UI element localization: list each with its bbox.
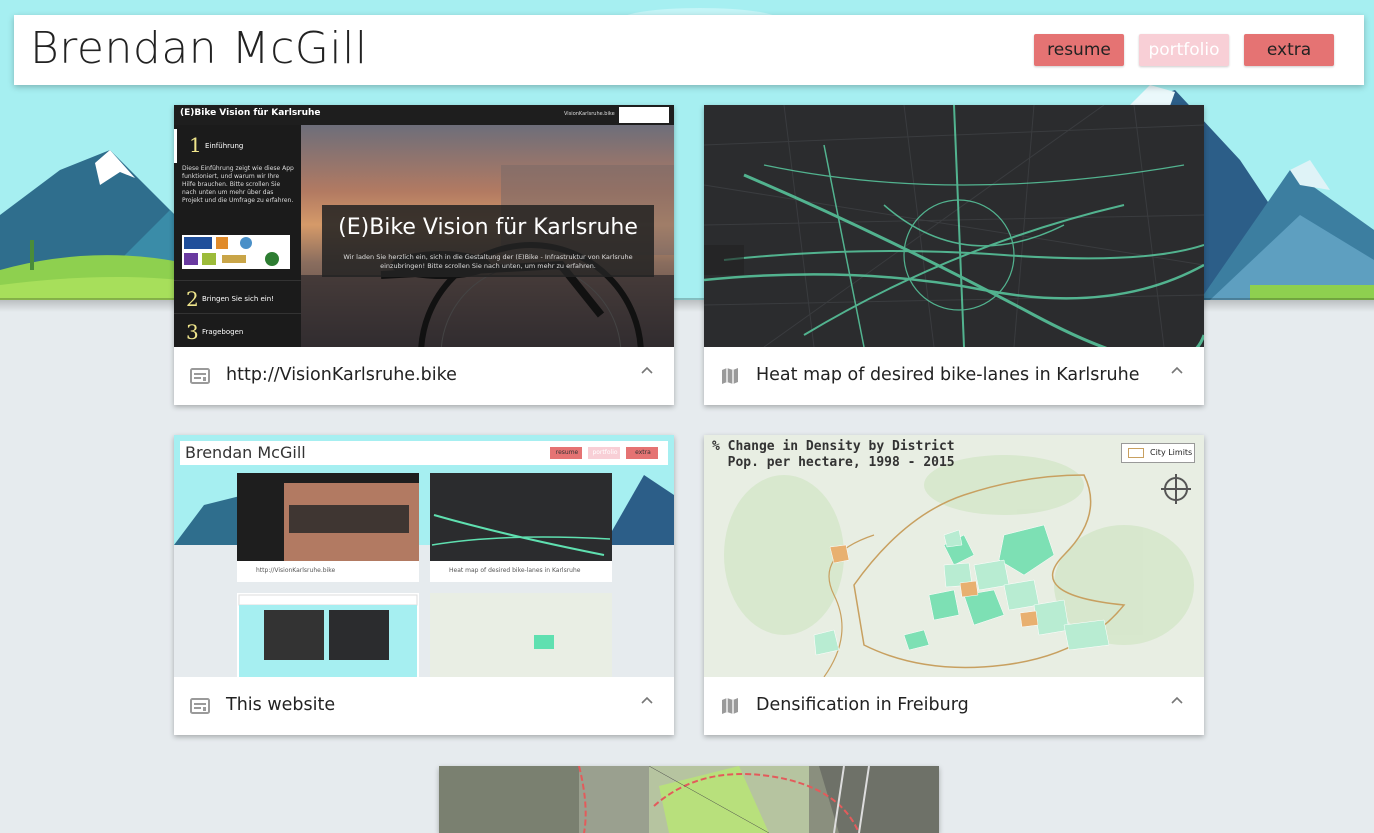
thumb-step-text: Bringen Sie sich ein! — [202, 295, 274, 303]
thumb-step-description: Diese Einführung zeigt wie diese App fun… — [182, 165, 294, 204]
nav-resume-button[interactable]: resume — [1034, 34, 1124, 66]
aerial-plan-graphic — [439, 766, 939, 833]
heat-map-graphic — [704, 105, 1204, 347]
card-thumbnail: Brendan McGill resume portfolio extra ht… — [174, 435, 674, 677]
thumb-step-text: Fragebogen — [202, 328, 244, 336]
card-thumbnail: % Change in Density by District Pop. per… — [704, 435, 1204, 677]
mini-site-title: Brendan McGill — [185, 443, 306, 462]
thumb-app-url: VisionKarlsruhe.bike — [564, 111, 615, 117]
thumb-step-text: Einführung — [205, 142, 244, 150]
portfolio-card-densification-freiburg[interactable]: % Change in Density by District Pop. per… — [704, 435, 1204, 735]
portfolio-card-this-website[interactable]: Brendan McGill resume portfolio extra ht… — [174, 435, 674, 735]
mini-nav-extra: extra — [635, 449, 651, 456]
thumb-step-1: 1 Einführung — [174, 129, 304, 163]
thumb-banner-title: (E)Bike Vision für Karlsruhe — [338, 215, 638, 240]
mini-card-title: http://VisionKarlsruhe.bike — [256, 567, 336, 574]
legend-label: City Limits — [1150, 448, 1193, 457]
website-screenshot-graphic — [174, 435, 674, 677]
thumb-step-3: 3 Fragebogen — [174, 313, 301, 347]
site-header: Brendan McGill resume portfolio extra — [14, 15, 1364, 85]
thumb-app-topbar: (E)Bike Vision für Karlsruhe VisionKarls… — [174, 105, 674, 125]
thumb-step-number: 3 — [186, 320, 199, 344]
card-title[interactable]: Densification in Freiburg — [756, 695, 969, 715]
card-title[interactable]: http://VisionKarlsruhe.bike — [226, 365, 457, 385]
thumb-app-sidebar: 1 Einführung Diese Einführung zeigt wie … — [174, 125, 301, 347]
mini-nav-portfolio: portfolio — [592, 449, 618, 456]
card-thumbnail — [704, 105, 1204, 347]
thumb-app-banner: (E)Bike Vision für Karlsruhe Wir laden S… — [322, 205, 654, 277]
chevron-up-icon[interactable] — [1170, 693, 1184, 707]
thumb-banner-subtitle: Wir laden Sie herzlich ein, sich in die … — [343, 253, 633, 270]
nav-portfolio-button[interactable]: portfolio — [1139, 34, 1229, 66]
chevron-up-icon[interactable] — [640, 693, 654, 707]
partner-logos-graphic — [184, 237, 279, 266]
card-title[interactable]: This website — [226, 695, 335, 715]
interreg-logo — [619, 107, 669, 123]
mini-nav-resume: resume — [555, 449, 579, 456]
card-thumbnail: (E)Bike Vision für Karlsruhe VisionKarls… — [174, 105, 674, 347]
web-page-icon — [190, 698, 210, 714]
portfolio-card-aerial-plan[interactable] — [439, 766, 939, 833]
site-title: Brendan McGill — [30, 23, 368, 74]
thumb-step-number: 2 — [186, 287, 199, 311]
thumb-step-2: 2 Bringen Sie sich ein! — [174, 280, 301, 315]
map-icon — [722, 368, 738, 384]
card-footer: Heat map of desired bike-lanes in Karlsr… — [704, 347, 1204, 405]
mini-card-title: Heat map of desired bike-lanes in Karlsr… — [449, 567, 581, 574]
nav-extra-button[interactable]: extra — [1244, 34, 1334, 66]
map-title: % Change in Density by District Pop. per… — [712, 439, 955, 470]
map-legend: City Limits — [1121, 443, 1195, 463]
thumb-app-title: (E)Bike Vision für Karlsruhe — [180, 108, 321, 118]
chevron-up-icon[interactable] — [640, 363, 654, 377]
portfolio-card-heat-map[interactable]: Heat map of desired bike-lanes in Karlsr… — [704, 105, 1204, 405]
density-map-graphic — [704, 435, 1204, 677]
portfolio-card-vision-karlsruhe[interactable]: (E)Bike Vision für Karlsruhe VisionKarls… — [174, 105, 674, 405]
map-icon — [722, 698, 738, 714]
card-title[interactable]: Heat map of desired bike-lanes in Karlsr… — [756, 365, 1139, 385]
city-limits-swatch — [1128, 448, 1144, 458]
card-footer: http://VisionKarlsruhe.bike — [174, 347, 674, 405]
card-footer: Densification in Freiburg — [704, 677, 1204, 735]
partner-logos — [182, 235, 290, 269]
web-page-icon — [190, 368, 210, 384]
thumb-step-number: 1 — [189, 133, 202, 157]
card-footer: This website — [174, 677, 674, 735]
chevron-up-icon[interactable] — [1170, 363, 1184, 377]
